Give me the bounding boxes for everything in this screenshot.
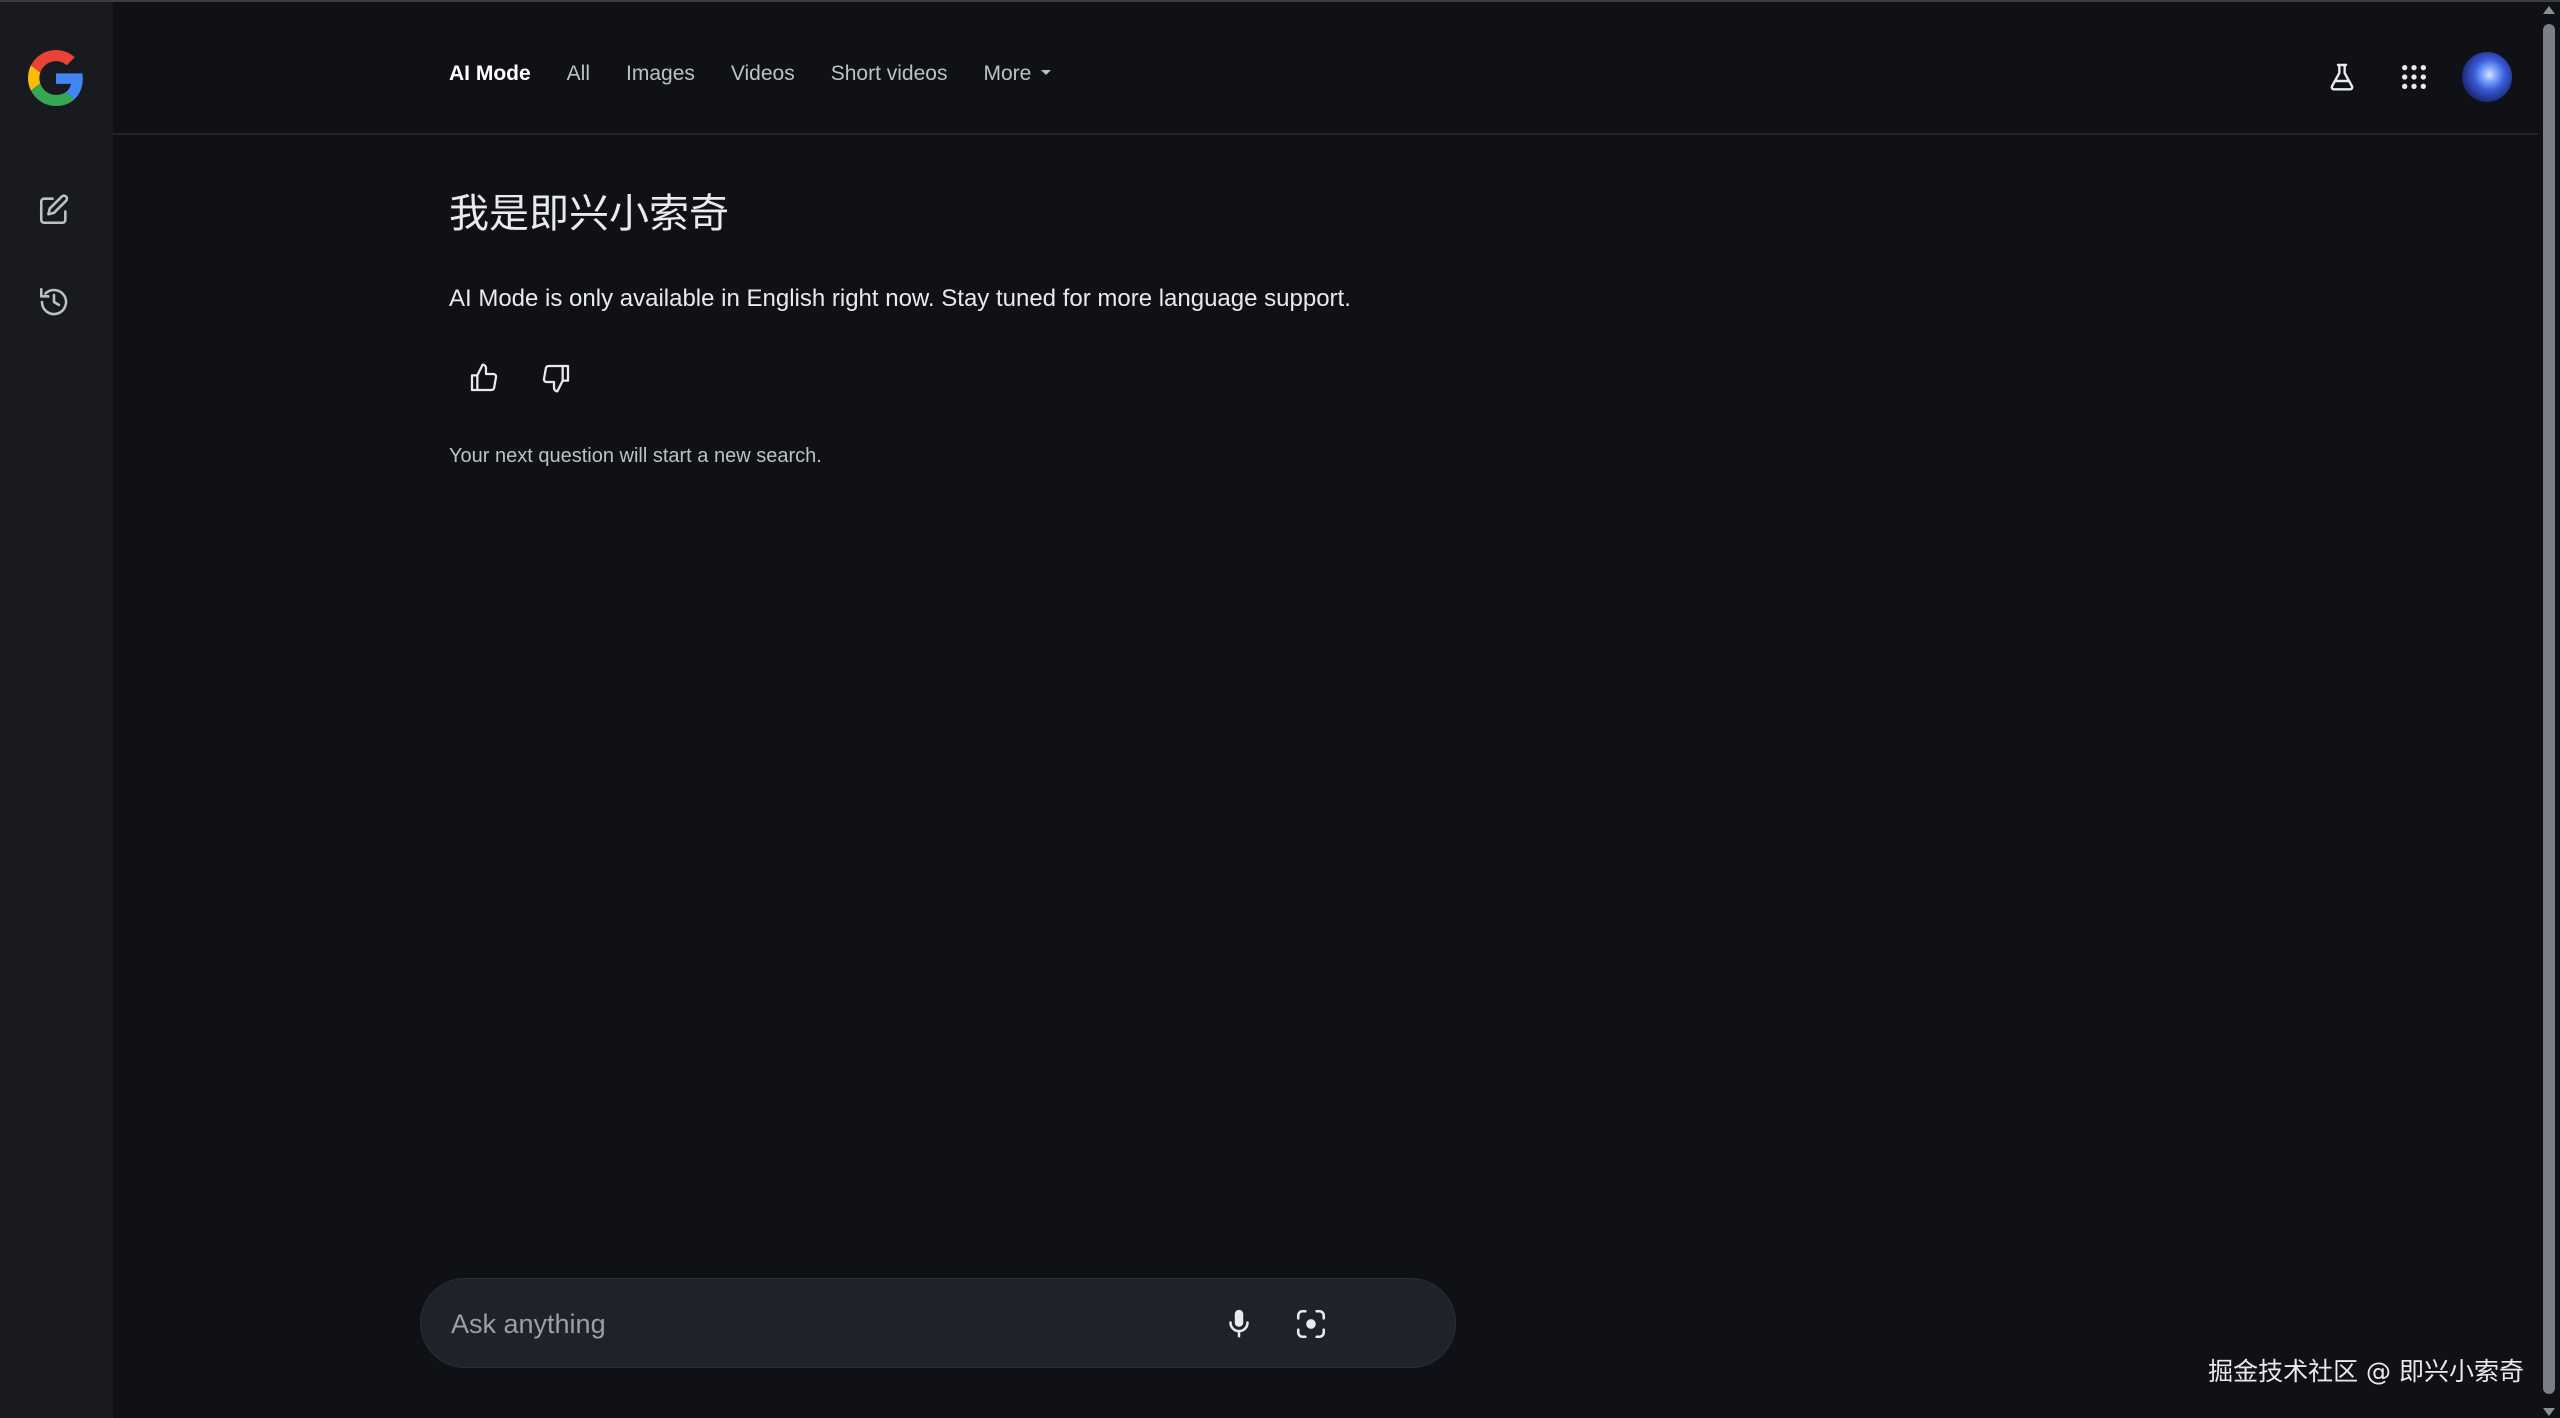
tab-videos[interactable]: Videos	[731, 62, 795, 86]
thumbs-up-button[interactable]	[455, 349, 513, 407]
scroll-down-arrow-icon[interactable]	[2543, 1408, 2555, 1416]
history-button[interactable]	[30, 278, 78, 326]
conversation-area: 我是即兴小索奇 AI Mode is only available in Eng…	[449, 185, 1549, 468]
microphone-icon	[1229, 1309, 1249, 1338]
google-apps-button[interactable]	[2390, 53, 2438, 101]
apps-grid-icon	[2402, 65, 2426, 89]
tab-more[interactable]: More	[983, 62, 1052, 86]
edit-icon	[39, 194, 69, 225]
ask-input[interactable]	[449, 1299, 1233, 1349]
thumbs-down-button[interactable]	[527, 349, 585, 407]
user-query: 我是即兴小索奇	[449, 192, 729, 236]
voice-search-button[interactable]	[1215, 1300, 1263, 1348]
tab-ai-mode[interactable]: AI Mode	[449, 62, 531, 86]
google-logo-icon[interactable]	[28, 50, 84, 106]
tab-images[interactable]: Images	[626, 62, 695, 86]
search-tabs: AI Mode All Images Videos Short videos M…	[449, 62, 1087, 86]
watermark-text: 掘金技术社区 @ 即兴小索奇	[2208, 1357, 2524, 1386]
thumbs-down-icon	[542, 364, 570, 393]
flask-icon	[2330, 63, 2354, 91]
new-chat-button[interactable]	[30, 186, 78, 234]
new-search-note: Your next question will start a new sear…	[449, 445, 822, 467]
feedback-actions	[455, 349, 1549, 407]
ask-box	[420, 1278, 1456, 1368]
scrollbar-thumb[interactable]	[2543, 24, 2555, 1394]
ai-response: AI Mode is only available in English rig…	[449, 285, 1351, 312]
sidebar	[0, 2, 113, 1418]
top-bar: AI Mode All Images Videos Short videos M…	[113, 2, 2538, 135]
thumbs-up-icon	[470, 363, 498, 392]
lens-camera-icon	[1296, 1309, 1326, 1339]
tab-short-videos[interactable]: Short videos	[831, 62, 948, 86]
labs-button[interactable]	[2318, 53, 2366, 101]
account-avatar[interactable]	[2462, 52, 2512, 102]
history-icon	[39, 287, 68, 316]
tab-all[interactable]: All	[567, 62, 590, 86]
tab-more-label: More	[983, 62, 1032, 85]
page-scrollbar[interactable]	[2538, 2, 2560, 1418]
header-actions	[2294, 52, 2538, 102]
scroll-up-arrow-icon[interactable]	[2543, 6, 2555, 14]
image-search-button[interactable]	[1287, 1300, 1335, 1348]
caret-down-icon	[1041, 69, 1052, 75]
